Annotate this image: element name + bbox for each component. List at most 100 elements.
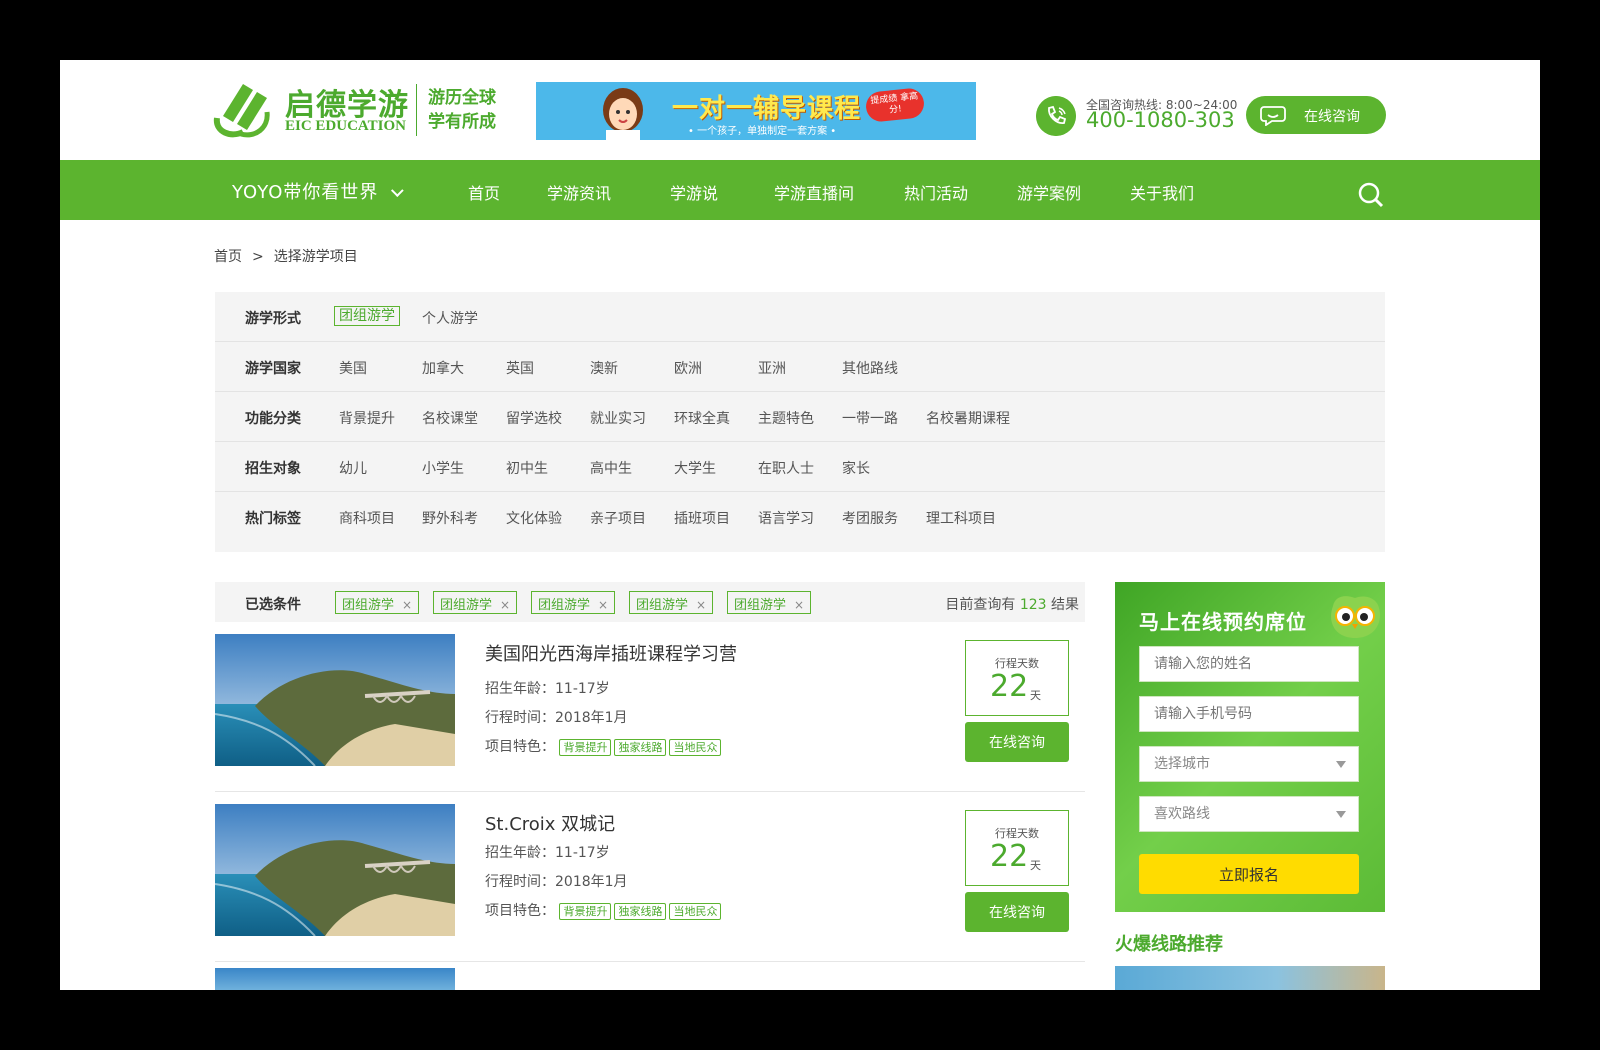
filter-option[interactable]: 语言学习 <box>758 508 814 528</box>
close-icon[interactable]: × <box>402 598 412 612</box>
nav-item-cases[interactable]: 游学案例 <box>1017 180 1081 204</box>
feature-label: 项目特色： <box>485 903 555 919</box>
filter-option[interactable]: 幼儿 <box>339 458 367 478</box>
chip-label: 团组游学 <box>342 598 395 613</box>
hot-routes-title: 火爆线路推荐 <box>1115 934 1223 955</box>
booking-form: 马上在线预约席位 选择城市 喜欢路线 立即报名 <box>1115 582 1385 912</box>
feature-tag[interactable]: 独家线路 <box>614 903 667 920</box>
filter-label: 游学形式 <box>245 311 301 327</box>
promo-banner[interactable]: 一对一辅导课程 • 一个孩子，单独制定一套方案 • 提成绩 拿高分! <box>536 82 976 140</box>
program-title[interactable]: St.Croix 双城记 <box>485 810 615 836</box>
list-item: St.Croix 双城记 招生年龄：11-17岁 行程时间：2018年1月 项目… <box>215 792 1085 962</box>
nav-item-talk[interactable]: 学游说 <box>670 180 718 204</box>
filter-option[interactable]: 理工科项目 <box>926 508 996 528</box>
filter-option[interactable]: 文化体验 <box>506 508 562 528</box>
item-consult-button[interactable]: 在线咨询 <box>965 722 1069 762</box>
program-thumbnail[interactable] <box>215 804 455 936</box>
feature-tag[interactable]: 独家线路 <box>614 739 667 756</box>
online-consult-label: 在线咨询 <box>1304 109 1360 125</box>
filter-label: 功能分类 <box>245 411 301 427</box>
filter-option[interactable]: 初中生 <box>506 458 548 478</box>
close-icon[interactable]: × <box>500 598 510 612</box>
filter-option-selected[interactable]: 团组游学 <box>334 306 400 326</box>
days-box: 行程天数 22 天 <box>965 640 1069 716</box>
next-item-thumbnail[interactable] <box>215 968 455 990</box>
selected-chip[interactable]: 团组游学 × <box>629 591 714 614</box>
filter-option[interactable]: 就业实习 <box>590 408 646 428</box>
filter-option[interactable]: 小学生 <box>422 458 464 478</box>
chip-label: 团组游学 <box>538 598 591 613</box>
filter-option[interactable]: 考团服务 <box>842 508 898 528</box>
breadcrumb-home[interactable]: 首页 <box>214 249 242 265</box>
selected-label: 已选条件 <box>245 597 301 613</box>
hotline-number[interactable]: 400-1080-303 <box>1086 108 1235 132</box>
filter-option[interactable]: 澳新 <box>590 358 618 378</box>
feature-label: 项目特色： <box>485 739 555 755</box>
nav-brand-label: YOYO带你看世界 <box>232 182 379 203</box>
filter-option[interactable]: 个人游学 <box>422 308 478 328</box>
nav-brand-dropdown[interactable]: YOYO带你看世界 <box>232 178 405 204</box>
filter-option[interactable]: 亚洲 <box>758 358 786 378</box>
filter-option[interactable]: 家长 <box>842 458 870 478</box>
route-select[interactable]: 喜欢路线 <box>1139 796 1359 832</box>
city-select[interactable]: 选择城市 <box>1139 746 1359 782</box>
filter-option[interactable]: 野外科考 <box>422 508 478 528</box>
nav-item-home[interactable]: 首页 <box>468 180 500 204</box>
chip-label: 团组游学 <box>636 598 689 613</box>
filter-option[interactable]: 在职人士 <box>758 458 814 478</box>
filter-option[interactable]: 高中生 <box>590 458 632 478</box>
program-features: 项目特色： 背景提升 独家线路 当地民众 <box>485 900 724 920</box>
filter-option[interactable]: 商科项目 <box>339 508 395 528</box>
filter-option[interactable]: 其他路线 <box>842 358 898 378</box>
feature-tag[interactable]: 当地民众 <box>669 739 722 756</box>
filter-option[interactable]: 美国 <box>339 358 367 378</box>
nav-item-live[interactable]: 学游直播间 <box>774 180 854 204</box>
slogan-line-1: 游历全球 <box>428 88 496 108</box>
close-icon[interactable]: × <box>598 598 608 612</box>
feature-tag[interactable]: 背景提升 <box>559 903 612 920</box>
program-time: 行程时间：2018年1月 <box>485 710 628 726</box>
name-input[interactable] <box>1139 646 1359 682</box>
nav-item-about[interactable]: 关于我们 <box>1130 180 1194 204</box>
nav-item-events[interactable]: 热门活动 <box>904 180 968 204</box>
online-consult-button[interactable]: 在线咨询 <box>1246 96 1386 134</box>
chat-icon <box>1260 106 1286 126</box>
list-item: 美国阳光西海岸插班课程学习营 招生年龄：11-17岁 行程时间：2018年1月 … <box>215 622 1085 792</box>
filter-option[interactable]: 主题特色 <box>758 408 814 428</box>
filter-option[interactable]: 英国 <box>506 358 534 378</box>
filter-option[interactable]: 背景提升 <box>339 408 395 428</box>
item-consult-button[interactable]: 在线咨询 <box>965 892 1069 932</box>
close-icon[interactable]: × <box>696 598 706 612</box>
filter-option[interactable]: 环球全真 <box>674 408 730 428</box>
filter-option[interactable]: 亲子项目 <box>590 508 646 528</box>
close-icon[interactable]: × <box>794 598 804 612</box>
site-logo[interactable]: 启德学游 EIC EDUCATION 游历全球 学有所成 <box>213 80 503 140</box>
feature-tag[interactable]: 背景提升 <box>559 739 612 756</box>
filter-option[interactable]: 大学生 <box>674 458 716 478</box>
nav-item-news[interactable]: 学游资讯 <box>547 180 611 204</box>
hot-route-thumbnail[interactable] <box>1115 966 1385 990</box>
filter-row-country: 游学国家 美国 加拿大 英国 澳新 欧洲 亚洲 其他路线 <box>215 342 1385 392</box>
selected-chip[interactable]: 团组游学 × <box>335 591 420 614</box>
selected-chip[interactable]: 团组游学 × <box>433 591 518 614</box>
filter-option[interactable]: 欧洲 <box>674 358 702 378</box>
selected-chip[interactable]: 团组游学 × <box>531 591 616 614</box>
submit-signup-button[interactable]: 立即报名 <box>1139 854 1359 894</box>
logo-divider <box>416 84 417 136</box>
program-thumbnail[interactable] <box>215 634 455 766</box>
filter-option[interactable]: 名校课堂 <box>422 408 478 428</box>
phone-input[interactable] <box>1139 696 1359 732</box>
selected-chip[interactable]: 团组游学 × <box>727 591 812 614</box>
feature-tag[interactable]: 当地民众 <box>669 903 722 920</box>
filter-option[interactable]: 一带一路 <box>842 408 898 428</box>
filter-option[interactable]: 留学选校 <box>506 408 562 428</box>
slogan-line-2: 学有所成 <box>428 112 496 132</box>
filter-option[interactable]: 名校暑期课程 <box>926 408 1010 428</box>
filter-label: 游学国家 <box>245 361 301 377</box>
banner-badge: 提成绩 拿高分! <box>864 87 926 123</box>
search-icon[interactable] <box>1358 182 1384 208</box>
program-title[interactable]: 美国阳光西海岸插班课程学习营 <box>485 640 737 666</box>
logo-slogan: 游历全球 学有所成 <box>428 86 496 134</box>
filter-option[interactable]: 加拿大 <box>422 358 464 378</box>
filter-option[interactable]: 插班项目 <box>674 508 730 528</box>
